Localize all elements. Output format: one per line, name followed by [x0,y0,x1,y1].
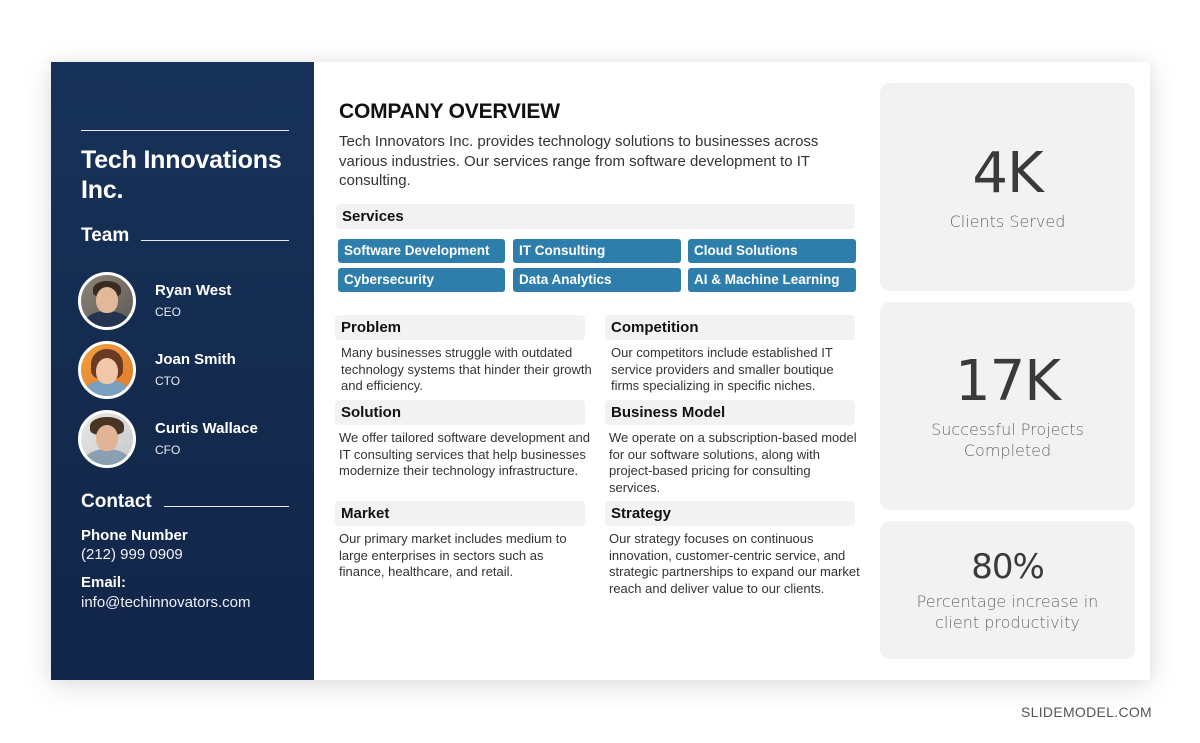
member-info: Curtis Wallace CFO [155,419,258,459]
services-heading: Services [336,204,855,229]
sidebar-panel: Tech Innovations Inc. Team Ryan West CEO [51,62,314,680]
service-chip: Data Analytics [513,268,681,292]
stat-value: 4K [972,140,1043,206]
stat-card-productivity: 80% Percentage increase in client produc… [880,521,1135,659]
page-title: COMPANY OVERVIEW [339,100,560,123]
member-role: CTO [155,374,181,388]
solution-heading: Solution [335,400,585,425]
avatar [78,272,136,330]
business-model-heading: Business Model [605,400,855,425]
contact-heading-label: Contact [81,491,152,512]
company-name: Tech Innovations Inc. [81,146,282,204]
divider [81,130,289,131]
stat-label: Percentage increase in client productivi… [916,592,1099,632]
phone-label: Phone Number [81,527,188,544]
team-member: Ryan West CEO [78,272,231,330]
slide: Tech Innovations Inc. Team Ryan West CEO [51,62,1150,680]
strategy-heading: Strategy [605,501,855,526]
member-role: CFO [155,443,181,457]
team-heading: Team [81,225,289,247]
service-chip: Cybersecurity [338,268,505,292]
member-name: Curtis Wallace [155,420,258,437]
avatar [78,341,136,399]
email-label: Email: [81,574,127,591]
face-shape [96,425,118,451]
divider [163,505,289,507]
team-member: Curtis Wallace CFO [78,410,258,468]
solution-text: We offer tailored software development a… [339,430,590,478]
member-role: CEO [155,305,182,319]
market-heading: Market [335,501,585,526]
competition-heading: Competition [605,315,855,340]
stat-value: 80% [971,547,1045,587]
problem-text: Many businesses struggle with outdated t… [341,345,592,393]
watermark: SLIDEMODEL.COM [1021,704,1152,720]
member-info: Ryan West CEO [155,281,231,321]
phone-value: (212) 999 0909 [81,546,183,563]
member-name: Ryan West [155,282,232,299]
service-chip: AI & Machine Learning [688,268,856,292]
business-model-text: We operate on a subscription-based model… [609,430,857,495]
stat-label: Clients Served [949,211,1066,231]
avatar [78,410,136,468]
face-shape [96,287,118,313]
stat-card-projects: 17K Successful Projects Completed [880,302,1135,510]
team-member: Joan Smith CTO [78,341,236,399]
contact-heading: Contact [81,491,289,513]
stat-card-clients: 4K Clients Served [880,83,1135,291]
market-text: Our primary market includes medium to la… [339,531,567,579]
service-chip: Cloud Solutions [688,239,856,263]
strategy-text: Our strategy focuses on continuous innov… [609,531,860,596]
person-icon [85,449,129,465]
stat-label: Successful Projects Completed [931,420,1084,460]
service-chip: IT Consulting [513,239,681,263]
team-heading-label: Team [81,225,130,246]
email-value: info@techinnovators.com [81,594,251,611]
divider [141,239,289,241]
overview-description: Tech Innovators Inc. provides technology… [339,133,819,189]
member-info: Joan Smith CTO [155,350,236,390]
face-shape [96,358,118,384]
person-icon [85,311,129,327]
service-chip: Software Development [338,239,505,263]
problem-heading: Problem [335,315,585,340]
stat-value: 17K [955,349,1061,414]
competition-text: Our competitors include established IT s… [611,345,834,393]
member-name: Joan Smith [155,351,236,368]
